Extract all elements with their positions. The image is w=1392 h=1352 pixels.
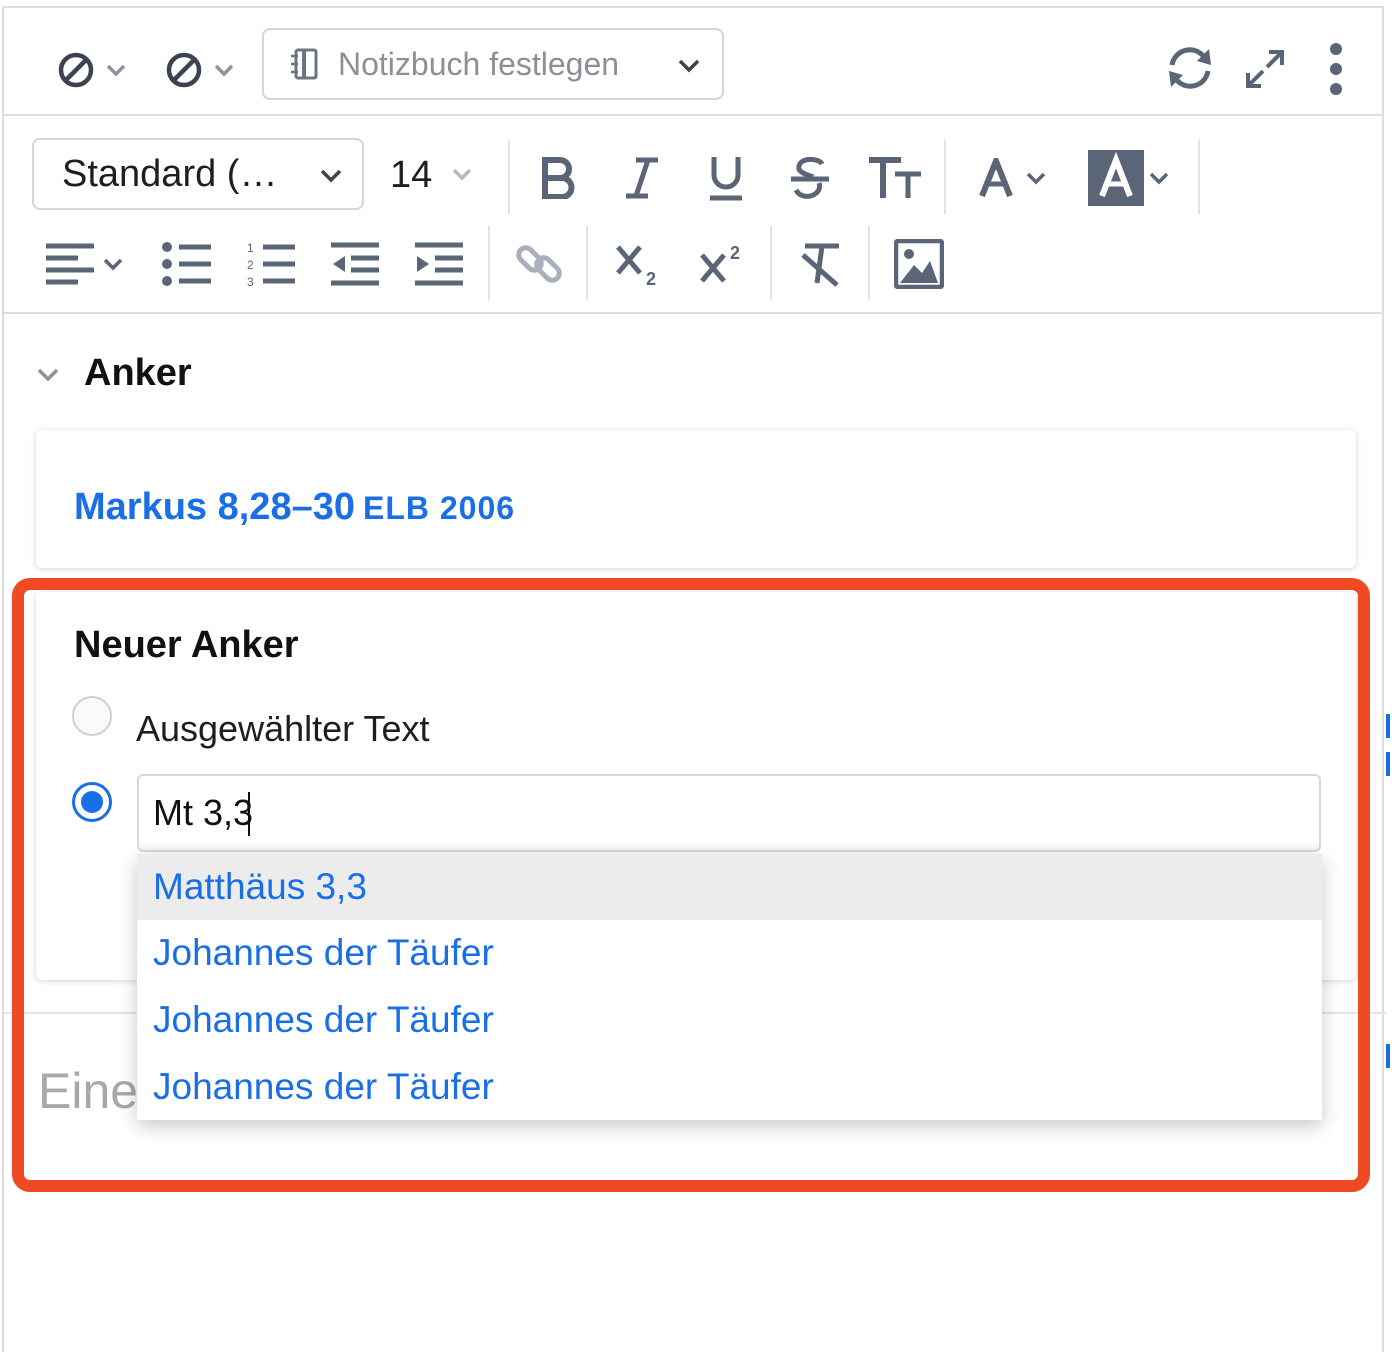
- more-vertical-icon: [1330, 43, 1342, 95]
- image-icon: [894, 239, 944, 289]
- paragraph-style-select[interactable]: Standard (…: [32, 138, 364, 210]
- outdent-button[interactable]: [324, 234, 386, 294]
- toolbar-separator: [488, 226, 490, 300]
- font-color-button[interactable]: [970, 148, 1058, 208]
- superscript-icon: 2: [700, 243, 740, 283]
- clear-format-icon: [801, 243, 839, 287]
- sync-button[interactable]: [1160, 38, 1220, 98]
- text-size-icon: [869, 157, 921, 198]
- reference-input[interactable]: [137, 774, 1321, 852]
- numbered-list-button[interactable]: 1 2 3: [240, 234, 302, 294]
- paragraph-style-label: Standard (…: [62, 152, 278, 195]
- link-icon: [516, 245, 562, 283]
- toolbar-separator: [770, 226, 772, 300]
- highlight-color-button[interactable]: [1084, 148, 1176, 208]
- numbered-list-icon: 1 2 3: [247, 241, 295, 288]
- svg-text:2: 2: [646, 269, 656, 287]
- svg-text:1: 1: [247, 241, 254, 255]
- chevron-down-icon: [678, 59, 700, 73]
- underline-icon: [710, 157, 742, 201]
- align-button[interactable]: [38, 234, 132, 294]
- svg-text:2: 2: [247, 258, 254, 272]
- bullet-list-button[interactable]: [156, 234, 218, 294]
- toolbar-separator: [944, 140, 946, 214]
- scroll-marker: [1386, 714, 1390, 738]
- underline-button[interactable]: [698, 148, 754, 208]
- font-size-select[interactable]: 14: [380, 138, 484, 210]
- svg-text:3: 3: [247, 275, 254, 288]
- radio-reference[interactable]: [72, 782, 112, 822]
- chevron-down-icon: [1026, 172, 1046, 185]
- radio-selected-text[interactable]: [72, 696, 112, 736]
- indent-icon: [415, 242, 463, 286]
- bold-icon: [542, 157, 575, 199]
- block-icon: [166, 52, 202, 88]
- anchor-version: ELB 2006: [362, 490, 516, 526]
- font-color-icon: [979, 158, 1013, 198]
- more-button[interactable]: [1316, 38, 1356, 100]
- chevron-down-icon: [106, 64, 126, 77]
- highlight-color-icon: [1088, 150, 1144, 206]
- suggestion-item[interactable]: Johannes der Täufer: [137, 920, 1322, 986]
- notebook-toolbar: Notizbuch festlegen: [4, 8, 1382, 116]
- suggestion-dropdown: Matthäus 3,3 Johannes der Täufer Johanne…: [137, 854, 1322, 1120]
- chevron-down-icon: [103, 258, 123, 271]
- chevron-down-icon: [452, 168, 472, 181]
- expand-button[interactable]: [1238, 42, 1292, 96]
- strikethrough-icon: [791, 156, 829, 199]
- indent-button[interactable]: [408, 234, 470, 294]
- block-dropdown-button-2[interactable]: [156, 46, 246, 94]
- suggestion-item[interactable]: Matthäus 3,3: [137, 854, 1322, 920]
- chevron-down-icon: [1149, 172, 1169, 185]
- svg-text:2: 2: [730, 243, 740, 263]
- block-dropdown-button-1[interactable]: [48, 46, 138, 94]
- sync-icon: [1169, 47, 1211, 89]
- superscript-button[interactable]: 2: [692, 234, 754, 294]
- bold-button[interactable]: [530, 148, 586, 208]
- format-toolbar: Standard (… 14 1 2 3 2 2: [4, 118, 1382, 314]
- chevron-down-icon: [214, 64, 234, 77]
- text-size-button[interactable]: [864, 148, 926, 208]
- notebook-select-label: Notizbuch festlegen: [338, 45, 620, 82]
- chevron-down-icon: [320, 169, 342, 183]
- chevron-down-icon[interactable]: [34, 360, 62, 388]
- clear-format-button[interactable]: [790, 234, 852, 294]
- toolbar-separator: [508, 140, 510, 214]
- font-size-label: 14: [390, 154, 433, 196]
- block-icon: [58, 52, 94, 88]
- insert-image-button[interactable]: [888, 234, 950, 294]
- editor-placeholder[interactable]: Eine: [38, 1062, 138, 1120]
- suggestion-item[interactable]: Johannes der Täufer: [137, 1054, 1322, 1120]
- notebook-icon: [291, 48, 318, 80]
- new-anchor-title: Neuer Anker: [74, 624, 299, 666]
- notes-panel: Notizbuch festlegen Standard (… 14 1 2 3…: [2, 6, 1386, 1352]
- suggestion-item[interactable]: Johannes der Täufer: [137, 987, 1322, 1053]
- expand-icon: [1246, 50, 1284, 88]
- radio-selected-text-label[interactable]: Ausgewählter Text: [136, 708, 430, 750]
- text-caret: [248, 792, 250, 836]
- subscript-button[interactable]: 2: [608, 234, 670, 294]
- subscript-icon: 2: [616, 245, 656, 287]
- bullet-list-icon: [162, 242, 211, 286]
- toolbar-separator: [868, 226, 870, 300]
- toolbar-separator: [1198, 140, 1200, 214]
- notebook-select[interactable]: Notizbuch festlegen: [262, 28, 724, 100]
- link-button[interactable]: [508, 234, 570, 294]
- italic-button[interactable]: [614, 148, 670, 208]
- scroll-marker: [1386, 1044, 1390, 1068]
- toolbar-separator: [586, 226, 588, 300]
- anchor-reference-link[interactable]: Markus 8,28–30 ELB 2006: [74, 486, 515, 529]
- strikethrough-button[interactable]: [782, 148, 838, 208]
- anchor-section-title: Anker: [84, 352, 192, 394]
- outdent-icon: [331, 242, 379, 286]
- scroll-marker: [1386, 752, 1390, 776]
- italic-icon: [626, 157, 658, 199]
- align-icon: [46, 243, 94, 285]
- anchor-reference: Markus 8,28–30: [74, 486, 355, 528]
